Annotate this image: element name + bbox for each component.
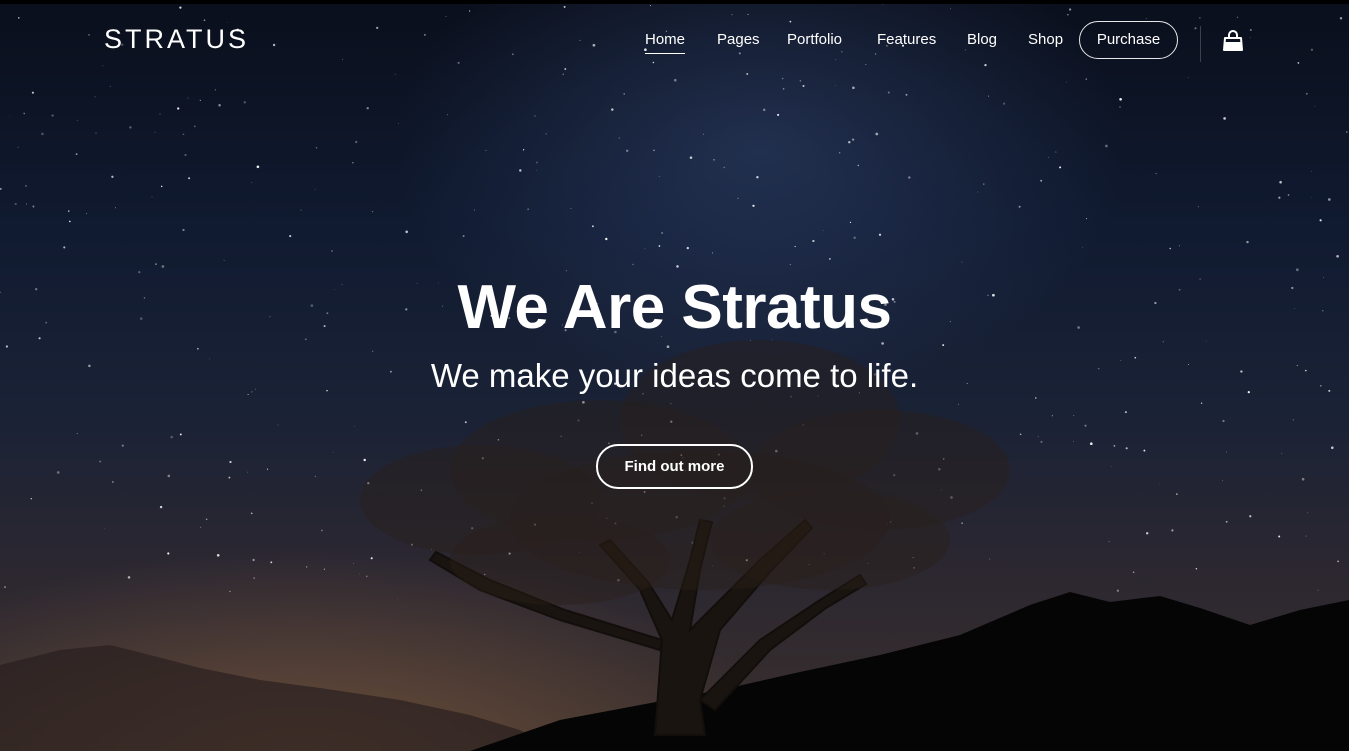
find-out-more-button[interactable]: Find out more [596, 444, 753, 489]
brand-logo[interactable]: STRATUS [104, 24, 249, 55]
nav-item-shop[interactable]: Shop [1028, 31, 1063, 48]
nav-item-portfolio[interactable]: Portfolio [787, 31, 842, 48]
nav-item-blog[interactable]: Blog [967, 31, 997, 48]
page: STRATUS Home Pages Portfolio Features Bl… [0, 0, 1349, 751]
nav-item-features[interactable]: Features [877, 31, 936, 48]
hero-subtitle: We make your ideas come to life. [430, 357, 919, 394]
nav-item-pages[interactable]: Pages [717, 31, 760, 48]
purchase-button[interactable]: Purchase [1079, 21, 1178, 59]
nav-divider [1200, 26, 1201, 62]
nav-item-home[interactable]: Home [645, 31, 686, 54]
hero-title: We Are Stratus [457, 273, 892, 342]
shopping-bag-icon[interactable] [1222, 30, 1244, 52]
top-strip [0, 0, 1349, 4]
